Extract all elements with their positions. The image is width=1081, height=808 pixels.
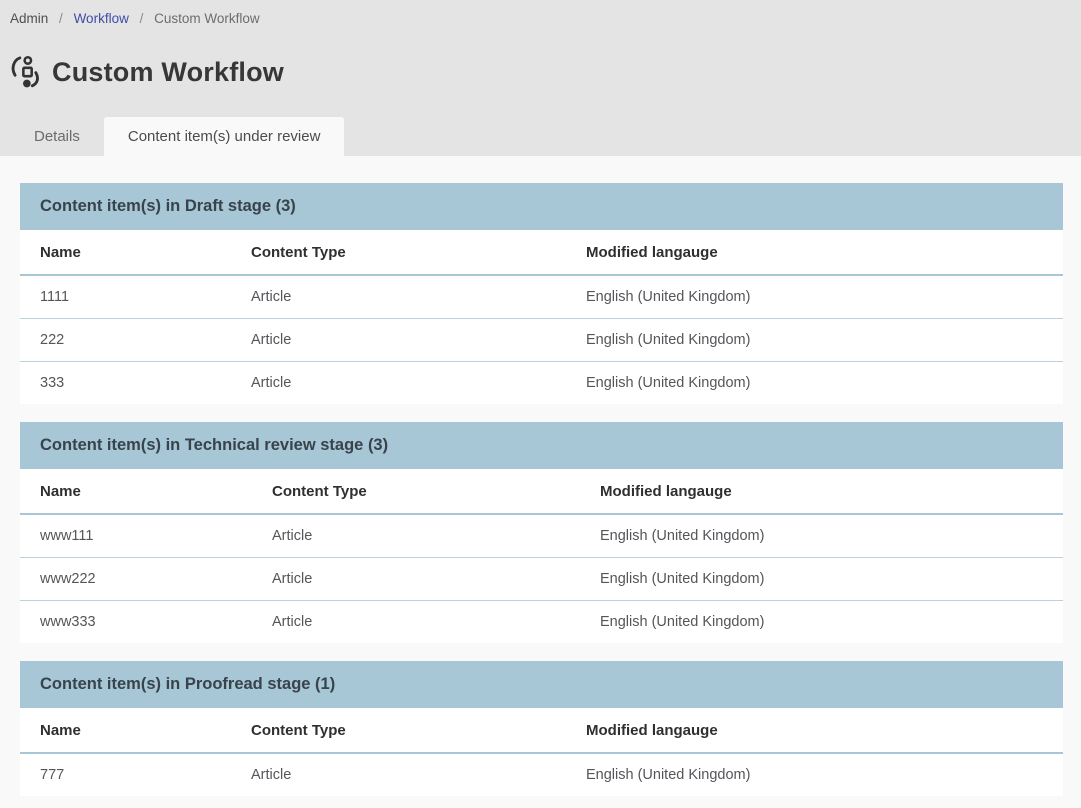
table-row: www333ArticleEnglish (United Kingdom) (20, 601, 1063, 644)
item-language: English (United Kingdom) (566, 275, 1063, 319)
item-name: www111 (20, 514, 252, 558)
stage-section: Content item(s) in Proofread stage (1) N… (20, 661, 1063, 796)
breadcrumb-separator: / (140, 11, 144, 26)
table-row: 222ArticleEnglish (United Kingdom) (20, 319, 1063, 362)
content-area: Content item(s) in Draft stage (3) NameC… (0, 156, 1081, 796)
item-language: English (United Kingdom) (566, 319, 1063, 362)
table-row: www222ArticleEnglish (United Kingdom) (20, 558, 1063, 601)
table-row: 777ArticleEnglish (United Kingdom) (20, 753, 1063, 796)
item-language: English (United Kingdom) (580, 558, 1063, 601)
item-name: 777 (20, 753, 231, 796)
stage-section-heading: Content item(s) in Technical review stag… (20, 422, 1063, 469)
column-header: Name (20, 230, 231, 275)
table-row: www111ArticleEnglish (United Kingdom) (20, 514, 1063, 558)
column-header: Content Type (231, 230, 566, 275)
item-content-type: Article (252, 558, 580, 601)
stage-section-heading: Content item(s) in Draft stage (3) (20, 183, 1063, 230)
table-row: 1111ArticleEnglish (United Kingdom) (20, 275, 1063, 319)
breadcrumb-item-current: Custom Workflow (154, 11, 260, 26)
item-content-type: Article (231, 319, 566, 362)
table-header-row: NameContent TypeModified langauge (20, 469, 1063, 514)
item-name: www333 (20, 601, 252, 644)
breadcrumb-item-workflow[interactable]: Workflow (74, 11, 129, 26)
page-header: Admin / Workflow / Custom Workflow Custo… (0, 0, 1081, 156)
tab-details[interactable]: Details (10, 117, 104, 156)
breadcrumb-item-admin: Admin (10, 11, 48, 26)
item-name: 1111 (20, 275, 231, 319)
stage-section: Content item(s) in Draft stage (3) NameC… (20, 183, 1063, 404)
item-language: English (United Kingdom) (580, 601, 1063, 644)
item-content-type: Article (231, 362, 566, 405)
item-name: 333 (20, 362, 231, 405)
item-name: 222 (20, 319, 231, 362)
item-language: English (United Kingdom) (580, 514, 1063, 558)
column-header: Content Type (231, 708, 566, 753)
column-header: Content Type (252, 469, 580, 514)
item-content-type: Article (252, 601, 580, 644)
stage-section: Content item(s) in Technical review stag… (20, 422, 1063, 643)
item-language: English (United Kingdom) (566, 362, 1063, 405)
page-title: Custom Workflow (52, 57, 284, 88)
column-header: Modified langauge (580, 469, 1063, 514)
item-content-type: Article (252, 514, 580, 558)
tab-bar: Details Content item(s) under review (10, 117, 344, 156)
content-items-table: NameContent TypeModified langauge 777Art… (20, 708, 1063, 796)
tab-content-items-under-review[interactable]: Content item(s) under review (104, 117, 345, 156)
column-header: Name (20, 708, 231, 753)
title-row: Custom Workflow (8, 52, 284, 92)
content-items-table: NameContent TypeModified langauge 1111Ar… (20, 230, 1063, 404)
table-header-row: NameContent TypeModified langauge (20, 708, 1063, 753)
column-header: Modified langauge (566, 708, 1063, 753)
stage-section-heading: Content item(s) in Proofread stage (1) (20, 661, 1063, 708)
item-content-type: Article (231, 753, 566, 796)
workflow-icon (8, 52, 42, 92)
breadcrumb: Admin / Workflow / Custom Workflow (10, 11, 260, 26)
column-header: Name (20, 469, 252, 514)
table-header-row: NameContent TypeModified langauge (20, 230, 1063, 275)
stage-sections: Content item(s) in Draft stage (3) NameC… (20, 183, 1063, 796)
table-row: 333ArticleEnglish (United Kingdom) (20, 362, 1063, 405)
breadcrumb-separator: / (59, 11, 63, 26)
content-items-table: NameContent TypeModified langauge www111… (20, 469, 1063, 643)
item-name: www222 (20, 558, 252, 601)
item-content-type: Article (231, 275, 566, 319)
item-language: English (United Kingdom) (566, 753, 1063, 796)
column-header: Modified langauge (566, 230, 1063, 275)
